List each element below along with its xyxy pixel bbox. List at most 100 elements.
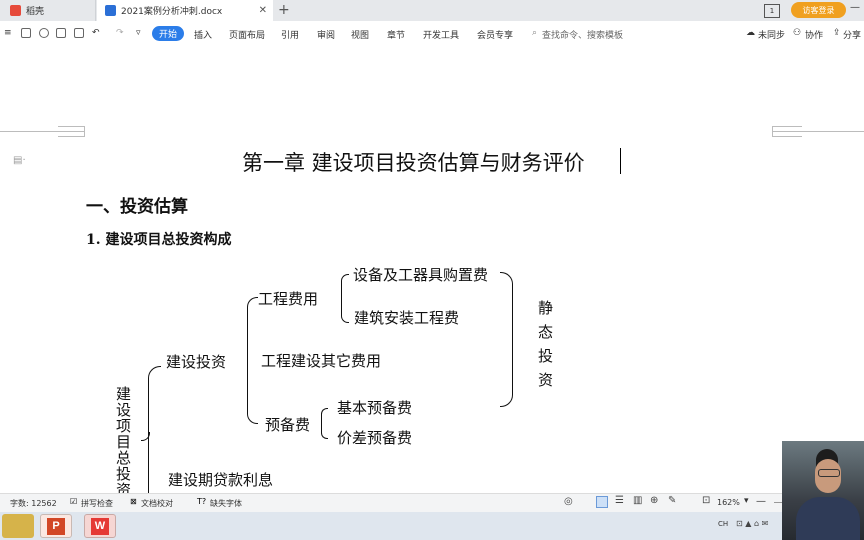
heading-1: 一、投资估算 — [86, 197, 188, 217]
outline-view-icon[interactable]: ☰ — [615, 495, 624, 506]
collaborate-button[interactable]: 协作 — [805, 28, 823, 41]
undo-icon[interactable]: ↶ — [92, 28, 100, 38]
menu-chapter[interactable]: 章节 — [387, 28, 405, 41]
page-view-icon[interactable] — [596, 496, 608, 508]
presentation-app-icon[interactable]: P — [40, 514, 72, 538]
static-char: 态 — [538, 323, 554, 341]
spell-check-button[interactable]: 拼写检查 — [81, 498, 113, 509]
brace-eng-top — [341, 274, 349, 299]
export-icon[interactable] — [39, 28, 49, 38]
menu-icon[interactable]: ≡ — [4, 28, 12, 38]
tab-docer[interactable]: 稻壳 — [0, 0, 96, 21]
menu-review[interactable]: 审阅 — [317, 28, 335, 41]
presenter-shirt — [796, 497, 860, 540]
node-installation: 建筑安装工程费 — [354, 309, 460, 327]
zoom-level[interactable]: 162% — [717, 498, 740, 507]
root-char: 投 — [116, 465, 132, 483]
brace-static-bottom — [500, 342, 513, 407]
node-reserve: 预备费 — [265, 416, 311, 434]
node-other-cost: 工程建设其它费用 — [261, 352, 382, 370]
command-search[interactable]: 查找命令、搜索模板 — [542, 28, 623, 41]
save-icon[interactable] — [21, 28, 31, 38]
brace-invest-bottom — [247, 361, 258, 424]
node-basic-reserve: 基本预备费 — [337, 399, 413, 417]
page-margin-line — [0, 131, 84, 132]
zoom-slider[interactable] — [774, 502, 782, 503]
page-corner-mark — [84, 126, 85, 136]
word-count[interactable]: 字数: 12562 — [10, 498, 57, 509]
wps-app-icon[interactable]: W — [84, 514, 116, 538]
tray-icons[interactable]: ⊡ ▲ ⌂ ✉ — [736, 519, 768, 528]
paragraph-handle-icon[interactable]: ▤· — [13, 155, 26, 166]
zoom-dropdown-icon[interactable]: ▾ — [744, 496, 749, 506]
static-investment-label: 静 态 投 资 — [538, 296, 556, 392]
brace-root — [148, 366, 161, 494]
minimize-icon[interactable]: — — [850, 2, 860, 13]
menu-references[interactable]: 引用 — [281, 28, 299, 41]
menu-insert[interactable]: 插入 — [194, 28, 212, 41]
static-char: 静 — [538, 299, 554, 317]
user-icon: ⚇ — [793, 28, 802, 38]
node-price-reserve: 价差预备费 — [337, 429, 413, 447]
share-icon: ⇪ — [833, 28, 841, 38]
page-corner-mark — [772, 126, 773, 136]
page-corner-mark — [58, 126, 85, 127]
menu-view[interactable]: 视图 — [351, 28, 369, 41]
presenter-glasses — [818, 469, 840, 477]
page-corner-mark — [772, 136, 802, 137]
customize-chevron-icon[interactable]: ▿ — [136, 28, 141, 38]
root-char: 总 — [116, 449, 132, 467]
fit-page-icon[interactable]: ⊡ — [702, 495, 710, 506]
new-tab-icon[interactable]: + — [278, 2, 290, 18]
root-char: 设 — [116, 401, 132, 419]
docer-icon — [10, 5, 21, 16]
preview-icon[interactable] — [74, 28, 84, 38]
edit-view-icon[interactable]: ✎ — [668, 495, 676, 506]
sync-status[interactable]: 未同步 — [758, 28, 785, 41]
close-icon[interactable]: ✕ — [259, 5, 267, 16]
zoom-out-icon[interactable]: — — [756, 496, 766, 507]
brace-eng-bottom — [341, 298, 349, 323]
print-icon[interactable] — [56, 28, 66, 38]
chapter-title: 第一章 建设项目投资估算与财务评价 — [242, 151, 585, 175]
share-button[interactable]: 分享 — [843, 28, 861, 41]
root-label: 建 设 项 目 总 投 资 — [116, 386, 132, 498]
login-button[interactable]: 访客登录 — [791, 2, 846, 18]
root-char: 项 — [116, 417, 132, 435]
proofread-button[interactable]: 文档校对 — [141, 498, 173, 509]
heading-2: 1. 建设项目总投资构成 — [86, 232, 232, 248]
menu-start[interactable]: 开始 — [152, 26, 184, 41]
tab-document[interactable]: 2021案例分析冲刺.docx ✕ — [97, 0, 273, 21]
static-char: 资 — [538, 371, 554, 389]
node-loan-interest: 建设期贷款利息 — [168, 471, 274, 489]
page-corner-mark — [772, 126, 802, 127]
node-equipment: 设备及工器具购置费 — [353, 266, 489, 284]
search-icon: ⌕ — [532, 28, 538, 38]
menu-developer[interactable]: 开发工具 — [423, 28, 459, 41]
root-char: 目 — [116, 433, 132, 451]
redo-icon[interactable]: ↷ — [116, 28, 124, 38]
root-char: 建 — [116, 385, 132, 403]
presenter-video — [782, 441, 864, 540]
brace-invest-top — [247, 297, 258, 362]
node-engineering-cost: 工程费用 — [258, 290, 319, 308]
window-count-badge[interactable]: 1 — [764, 4, 780, 18]
brace-reserve-top — [321, 408, 328, 424]
proofread-icon: ⊠ — [130, 497, 137, 506]
file-explorer-icon[interactable] — [2, 514, 34, 538]
missing-font-button[interactable]: 缺失字体 — [210, 498, 242, 509]
web-view-icon[interactable]: ⊕ — [650, 495, 658, 506]
menu-vip[interactable]: 会员专享 — [477, 28, 513, 41]
spell-check-icon: ☑ — [70, 497, 78, 506]
menu-page-layout[interactable]: 页面布局 — [229, 28, 265, 41]
font-icon: T? — [197, 497, 207, 506]
brace-static-top — [500, 272, 513, 343]
os-taskbar — [0, 512, 864, 540]
eye-protection-icon[interactable]: ◎ — [564, 496, 573, 507]
input-language[interactable]: CH — [718, 520, 728, 528]
word-doc-icon — [105, 5, 116, 16]
brace-reserve-bottom — [321, 423, 328, 439]
reading-view-icon[interactable]: ▥ — [633, 495, 642, 506]
page-corner-mark — [58, 136, 85, 137]
node-construction-invest: 建设投资 — [166, 353, 227, 371]
